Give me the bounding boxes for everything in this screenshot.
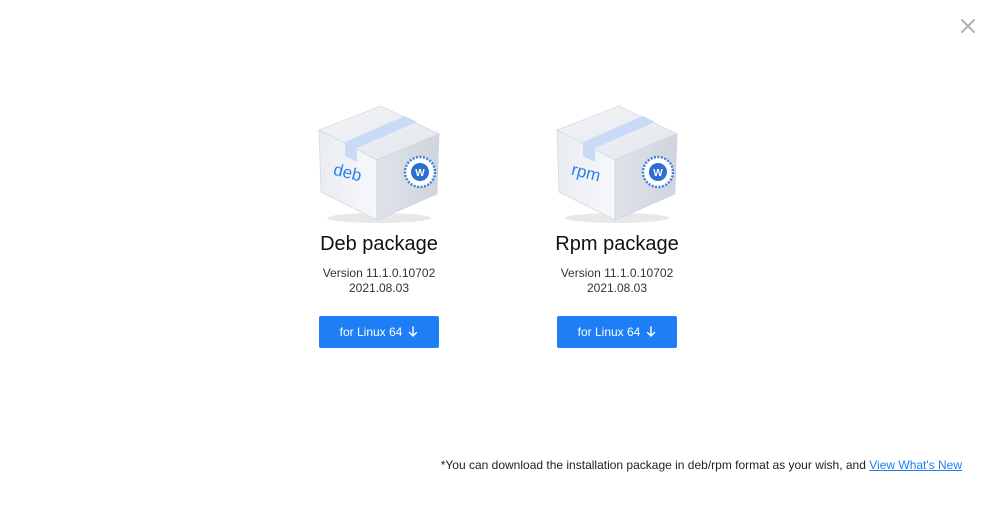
- download-arrow-icon: [409, 326, 418, 337]
- close-button[interactable]: [956, 14, 980, 38]
- deb-box-icon: deb W: [318, 105, 440, 223]
- download-dialog: deb W Deb package Version 11.1.0.10702 2…: [0, 0, 996, 509]
- close-icon: [961, 19, 975, 33]
- rpm-date: 2021.08.03: [586, 281, 648, 295]
- download-arrow-icon: [647, 326, 656, 337]
- svg-text:W: W: [415, 168, 425, 179]
- rpm-package-title: Rpm package: [555, 233, 679, 255]
- view-whats-new-link[interactable]: View What's New: [869, 458, 962, 472]
- rpm-download-button[interactable]: for Linux 64: [557, 316, 677, 348]
- rpm-version: Version 11.1.0.10702: [560, 266, 674, 280]
- deb-date: 2021.08.03: [348, 281, 410, 295]
- rpm-download-label: for Linux 64: [577, 325, 641, 339]
- deb-version: Version 11.1.0.10702: [322, 266, 436, 280]
- svg-text:W: W: [653, 168, 663, 179]
- deb-package-title: Deb package: [320, 233, 438, 255]
- footnote-text: *You can download the installation packa…: [440, 458, 866, 472]
- footnote: *You can download the installation packa…: [441, 457, 962, 473]
- rpm-box-icon: rpm W: [556, 105, 678, 223]
- rpm-package-card: rpm W Rpm package Version 11.1.0.10702 2…: [517, 104, 717, 348]
- deb-download-button[interactable]: for Linux 64: [319, 316, 439, 348]
- deb-package-card: deb W Deb package Version 11.1.0.10702 2…: [279, 104, 479, 348]
- deb-download-label: for Linux 64: [339, 325, 403, 339]
